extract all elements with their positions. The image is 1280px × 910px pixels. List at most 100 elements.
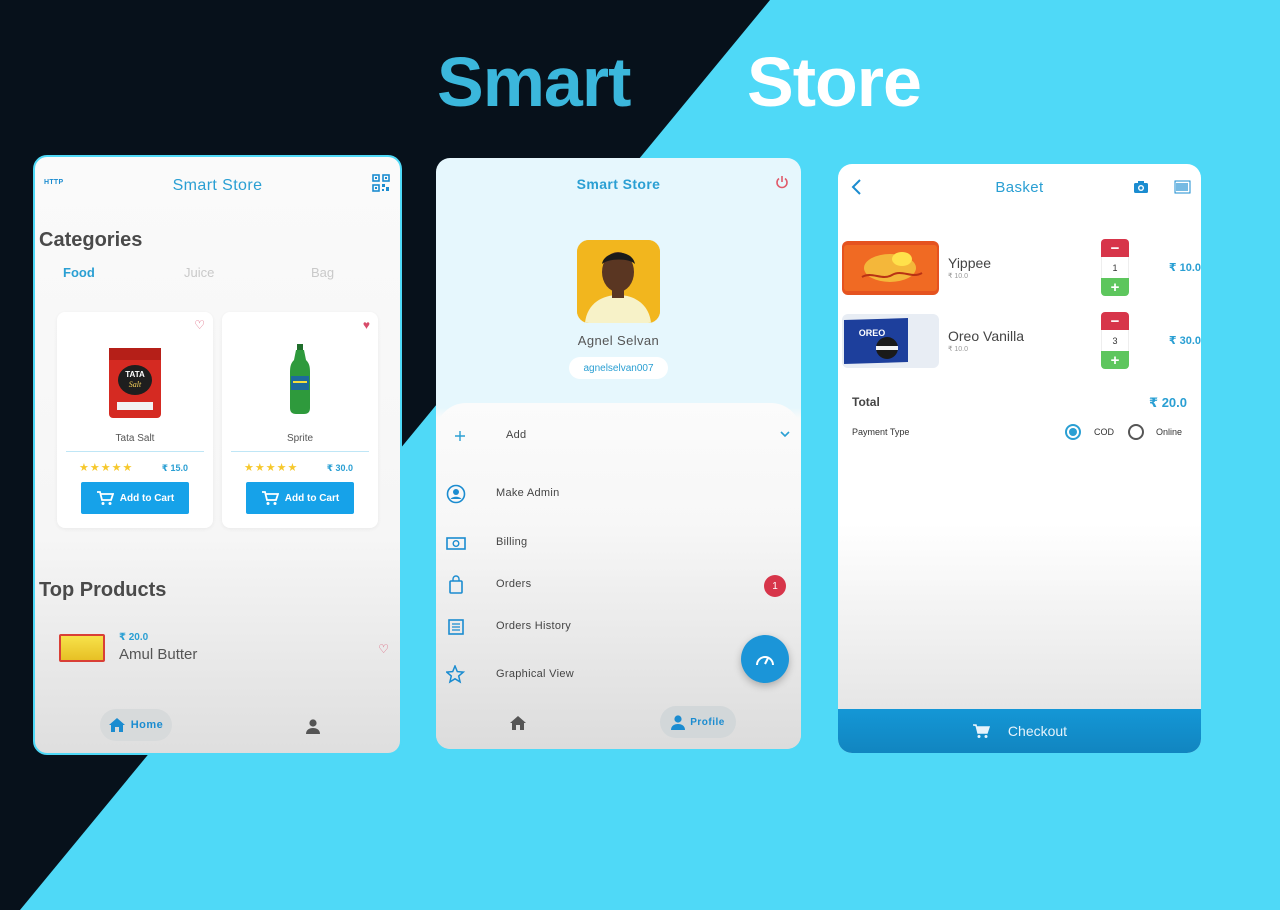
speedometer-icon [756, 656, 774, 666]
home-icon[interactable] [510, 716, 526, 730]
radio-online-label: Online [1156, 427, 1183, 437]
camera-icon[interactable] [1133, 180, 1149, 194]
svg-text:Salt: Salt [129, 380, 142, 389]
heart-outline-icon[interactable]: ♡ [378, 642, 389, 656]
item-price: ₹ 30.0 [1168, 335, 1201, 347]
barcode-icon[interactable] [1174, 180, 1191, 194]
tab-juice[interactable]: Juice [184, 265, 214, 280]
product-name: Tata Salt [115, 433, 155, 444]
power-icon[interactable] [775, 175, 789, 189]
top-product-price: ₹ 20.0 [119, 632, 149, 643]
item-name: Yippee [948, 255, 992, 271]
star-chart-icon [446, 665, 466, 684]
heart-outline-icon[interactable]: ♡ [194, 318, 205, 332]
user-name: Agnel Selvan [577, 333, 660, 348]
nav-profile-label: Profile [690, 716, 725, 728]
menu-label: Orders [496, 578, 532, 590]
add-to-cart-button[interactable]: Add to Cart [81, 482, 189, 514]
menu-label: Make Admin [496, 487, 560, 499]
item-price: ₹ 10.0 [1168, 262, 1201, 274]
menu-label: Graphical View [496, 668, 574, 680]
quantity-value: 3 [1101, 330, 1129, 351]
user-handle: agnelselvan007 [569, 357, 668, 379]
menu-item-billing[interactable]: Billing [436, 529, 801, 557]
amul-butter-image [59, 634, 105, 662]
chevron-down-icon[interactable] [779, 428, 791, 440]
home-icon [108, 718, 125, 732]
cart-icon [261, 491, 279, 505]
banner-title-smart: Smart [437, 43, 631, 121]
profile-screen: Smart Store Agnel Selvan agnelselvan007 … [436, 158, 801, 749]
basket-item[interactable]: Yippee ₹ 10.0 − 1 + ₹ 10.0 [842, 239, 1201, 297]
rating-stars: ★★★★★ [244, 462, 299, 474]
nav-home-button[interactable]: Home [100, 709, 172, 741]
bottom-navigation: Profile [436, 697, 801, 749]
banner-title-store: Store [747, 43, 922, 121]
divider [231, 451, 369, 452]
product-card[interactable]: ♡ TATA Salt Tata Salt ★★★★★ ₹ 15.0 Add t… [57, 312, 213, 528]
categories-title: Categories [39, 229, 143, 251]
heart-filled-icon[interactable]: ♥ [363, 318, 370, 332]
orders-count-badge: 1 [764, 575, 786, 597]
app-title: Smart Store [576, 176, 661, 192]
product-name: Sprite [286, 433, 314, 444]
radio-cod-label: COD [1094, 427, 1114, 437]
radio-online[interactable] [1128, 424, 1144, 440]
app-title: Smart Store [172, 177, 263, 194]
menu-label: Add [506, 429, 527, 441]
total-label: Total [852, 395, 880, 409]
add-to-cart-label: Add to Cart [284, 492, 340, 504]
qr-code-icon[interactable] [372, 174, 390, 192]
account-circle-icon [446, 484, 466, 504]
checkout-button[interactable]: Checkout [838, 709, 1201, 753]
quantity-value: 1 [1101, 257, 1129, 278]
person-icon[interactable] [306, 719, 320, 734]
checkout-label: Checkout [1007, 723, 1068, 739]
svg-text:TATA: TATA [125, 370, 145, 379]
person-icon [671, 714, 686, 730]
menu-item-make-admin[interactable]: Make Admin [436, 480, 801, 508]
divider [66, 451, 204, 452]
money-icon [446, 537, 466, 550]
decrement-button[interactable]: − [1101, 239, 1129, 257]
tab-food[interactable]: Food [63, 265, 95, 280]
quantity-stepper: − 1 + [1101, 239, 1129, 297]
tab-bag[interactable]: Bag [311, 265, 334, 280]
radio-cod[interactable] [1065, 424, 1081, 440]
bottom-navigation: Home [35, 701, 400, 753]
dashboard-fab[interactable] [741, 635, 789, 683]
cart-icon [972, 724, 990, 738]
quantity-stepper: − 3 + [1101, 312, 1129, 370]
tata-salt-image: TATA Salt [109, 348, 161, 418]
top-product-name: Amul Butter [119, 646, 198, 663]
menu-label: Billing [496, 536, 528, 548]
avatar [577, 240, 660, 323]
basket-screen: Basket Yippee ₹ 10.0 − 1 + ₹ 10.0 OREO O… [838, 164, 1201, 753]
menu-item-add[interactable]: Add [436, 422, 801, 450]
payment-type-label: Payment Type [852, 427, 910, 437]
product-card[interactable]: ♥ Sprite ★★★★★ ₹ 30.0 Add to Cart [222, 312, 378, 528]
product-price: ₹ 30.0 [326, 463, 353, 473]
menu-item-orders[interactable]: Orders 1 [436, 571, 801, 599]
cart-icon [96, 491, 114, 505]
item-unit-price: ₹ 10.0 [948, 346, 969, 353]
sprite-bottle-image [290, 344, 310, 414]
home-screen: HTTP Smart Store Categories Food Juice B… [33, 155, 402, 755]
plus-icon [455, 431, 465, 441]
decrement-button[interactable]: − [1101, 312, 1129, 330]
yippee-noodles-image [842, 241, 939, 295]
item-name: Oreo Vanilla [948, 328, 1025, 344]
add-to-cart-button[interactable]: Add to Cart [246, 482, 354, 514]
top-products-title: Top Products [39, 579, 167, 601]
svg-text:OREO: OREO [859, 328, 886, 338]
top-product-item[interactable]: ₹ 20.0 Amul Butter ♡ [59, 632, 389, 672]
total-value: ₹ 20.0 [1149, 395, 1187, 410]
increment-button[interactable]: + [1101, 351, 1129, 369]
increment-button[interactable]: + [1101, 278, 1129, 296]
nav-profile-button[interactable]: Profile [660, 706, 736, 738]
product-price: ₹ 15.0 [161, 463, 188, 473]
shopping-bag-icon [449, 575, 463, 594]
nav-home-label: Home [130, 719, 164, 731]
menu-item-orders-history[interactable]: Orders History [436, 613, 801, 641]
basket-item[interactable]: OREO Oreo Vanilla ₹ 10.0 − 3 + ₹ 30.0 [842, 312, 1201, 370]
